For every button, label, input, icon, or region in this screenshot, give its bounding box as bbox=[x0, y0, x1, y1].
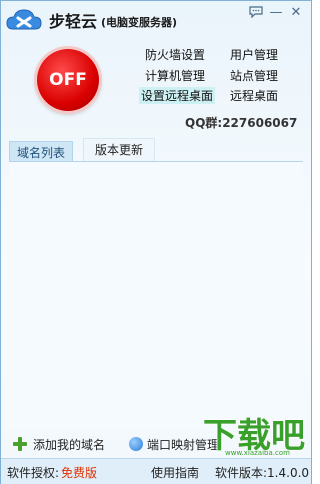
license-label: 软件授权: bbox=[7, 466, 60, 480]
app-subtitle: (电脑变服务器) bbox=[101, 16, 178, 29]
add-domain-button[interactable]: 添加我的域名 bbox=[13, 434, 105, 454]
cloud-logo-icon bbox=[6, 9, 42, 30]
license-value: 免费版 bbox=[61, 466, 98, 480]
feedback-icon[interactable] bbox=[245, 3, 267, 21]
software-version: 软件版本:1.4.0.0 bbox=[215, 466, 310, 480]
status-bar: 软件授权: 免费版 使用指南 软件版本:1.4.0.0 bbox=[1, 458, 311, 484]
domain-list-panel bbox=[9, 161, 303, 430]
tab-version-update[interactable]: 版本更新 bbox=[83, 138, 155, 161]
computer-management-link[interactable]: 计算机管理 bbox=[145, 67, 205, 84]
close-button[interactable]: ✕ bbox=[285, 3, 307, 21]
plus-icon bbox=[13, 437, 27, 451]
user-management-link[interactable]: 用户管理 bbox=[230, 46, 278, 63]
app-window: 步轻云 (电脑变服务器) — ✕ OFF 防火墙设置 用户管理 计算机管理 站点… bbox=[0, 0, 312, 484]
globe-icon bbox=[129, 437, 143, 451]
power-off-button[interactable]: OFF bbox=[37, 49, 99, 111]
remote-desktop-setup-link[interactable]: 设置远程桌面 bbox=[139, 87, 216, 104]
site-management-link[interactable]: 站点管理 bbox=[230, 67, 278, 84]
title-bar[interactable]: 步轻云 (电脑变服务器) — ✕ bbox=[1, 1, 311, 39]
qq-group-text: QQ群:227606067 bbox=[185, 116, 298, 130]
tab-domain-list[interactable]: 域名列表 bbox=[9, 141, 73, 163]
svg-text:www.xiazaiba.com: www.xiazaiba.com bbox=[225, 449, 290, 457]
add-domain-label: 添加我的域名 bbox=[33, 437, 106, 452]
minimize-button[interactable]: — bbox=[265, 3, 287, 21]
firewall-settings-link[interactable]: 防火墙设置 bbox=[145, 46, 205, 63]
remote-desktop-link[interactable]: 远程桌面 bbox=[230, 87, 278, 104]
user-guide-link[interactable]: 使用指南 bbox=[151, 464, 199, 481]
app-title: 步轻云 bbox=[49, 12, 98, 31]
watermark-logo: 下载吧 www.xiazaiba.com bbox=[199, 411, 309, 457]
